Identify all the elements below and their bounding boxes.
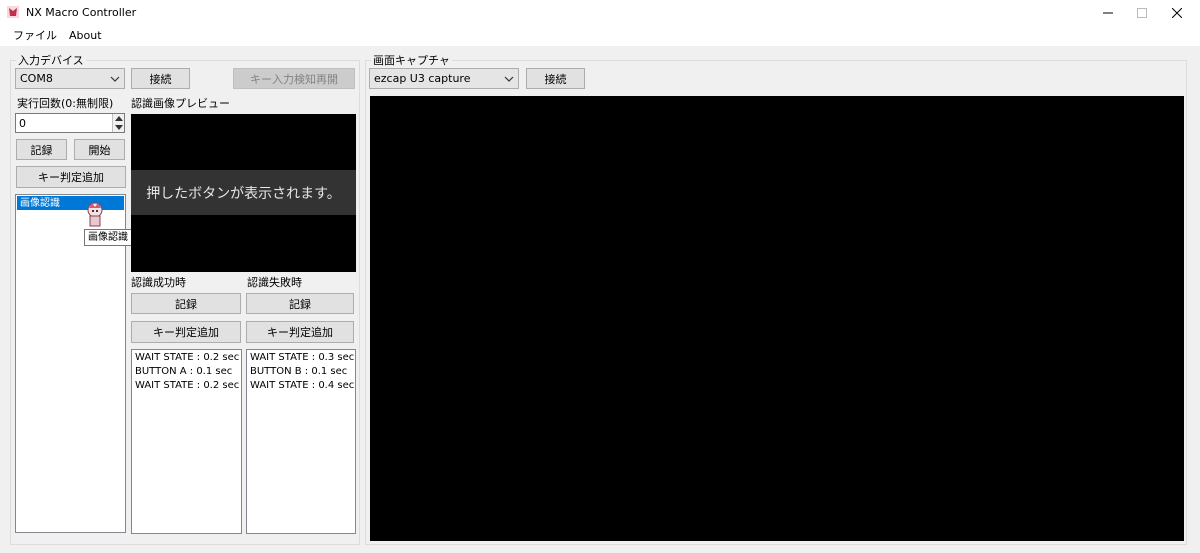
capture-view [370,96,1184,541]
run-count-value: 0 [19,117,26,130]
list-item-label: 画像認識 [20,198,60,209]
list-item[interactable]: WAIT STATE : 0.2 sec [132,379,239,393]
failure-record-button[interactable]: 記録 [246,293,354,314]
capture-device-value: ezcap U3 capture [374,72,471,85]
title-bar: NX Macro Controller [0,0,1200,25]
chevron-down-icon [504,76,514,82]
preview-overlay-text: 押したボタンが表示されます。 [131,170,356,215]
input-device-group-label: 入力デバイス [16,54,86,67]
resume-key-detection-button[interactable]: キー入力検知再開 [233,68,355,89]
maximize-icon [1137,7,1147,18]
list-item[interactable]: WAIT STATE : 0.4 sec [247,379,354,393]
menu-file[interactable]: ファイル [13,29,57,42]
on-success-label: 認識成功時 [131,276,186,289]
failure-steps-list[interactable]: WAIT STATE : 0.3 sec BUTTON B : 0.1 sec … [246,349,356,534]
failure-add-key-check-button[interactable]: キー判定追加 [246,321,354,343]
list-item[interactable]: WAIT STATE : 0.3 sec [247,351,354,365]
arrow-down-icon [115,125,123,130]
list-item[interactable]: WAIT STATE : 0.2 sec [132,351,239,365]
close-icon [1172,7,1182,18]
add-key-check-button[interactable]: キー判定追加 [16,166,126,188]
app-icon [7,6,19,18]
list-item[interactable]: BUTTON A : 0.1 sec [132,365,239,379]
arrow-up-icon [115,116,123,121]
success-record-button[interactable]: 記録 [131,293,241,314]
success-steps-list[interactable]: WAIT STATE : 0.2 sec BUTTON A : 0.1 sec … [131,349,242,534]
menu-about[interactable]: About [69,29,102,42]
capture-device-select[interactable]: ezcap U3 capture [369,68,519,89]
recognition-preview: 押したボタンが表示されます。 [131,114,356,272]
tooltip: 画像認識 [84,229,133,246]
port-select[interactable]: COM8 [15,68,125,89]
screen-capture-group-label: 画面キャプチャ [371,54,452,67]
list-item[interactable]: BUTTON B : 0.1 sec [247,365,354,379]
on-failure-label: 認識失敗時 [247,276,302,289]
list-item[interactable]: 画像認識 [17,196,124,210]
record-button[interactable]: 記録 [16,139,67,160]
window-title: NX Macro Controller [26,6,137,19]
device-connect-button[interactable]: 接続 [131,68,190,89]
character-cursor-icon [87,202,103,227]
run-count-label: 実行回数(0:無制限) [17,97,114,110]
minimize-icon [1103,12,1113,13]
stepper-arrows[interactable] [112,114,124,132]
capture-connect-button[interactable]: 接続 [526,68,585,89]
port-select-value: COM8 [20,72,53,85]
menu-bar [0,25,1200,46]
close-button[interactable] [1154,0,1200,25]
success-add-key-check-button[interactable]: キー判定追加 [131,321,241,343]
start-button[interactable]: 開始 [74,139,125,160]
chevron-down-icon [110,76,120,82]
preview-label: 認識画像プレビュー [131,97,230,110]
run-count-stepper[interactable]: 0 [15,113,125,133]
